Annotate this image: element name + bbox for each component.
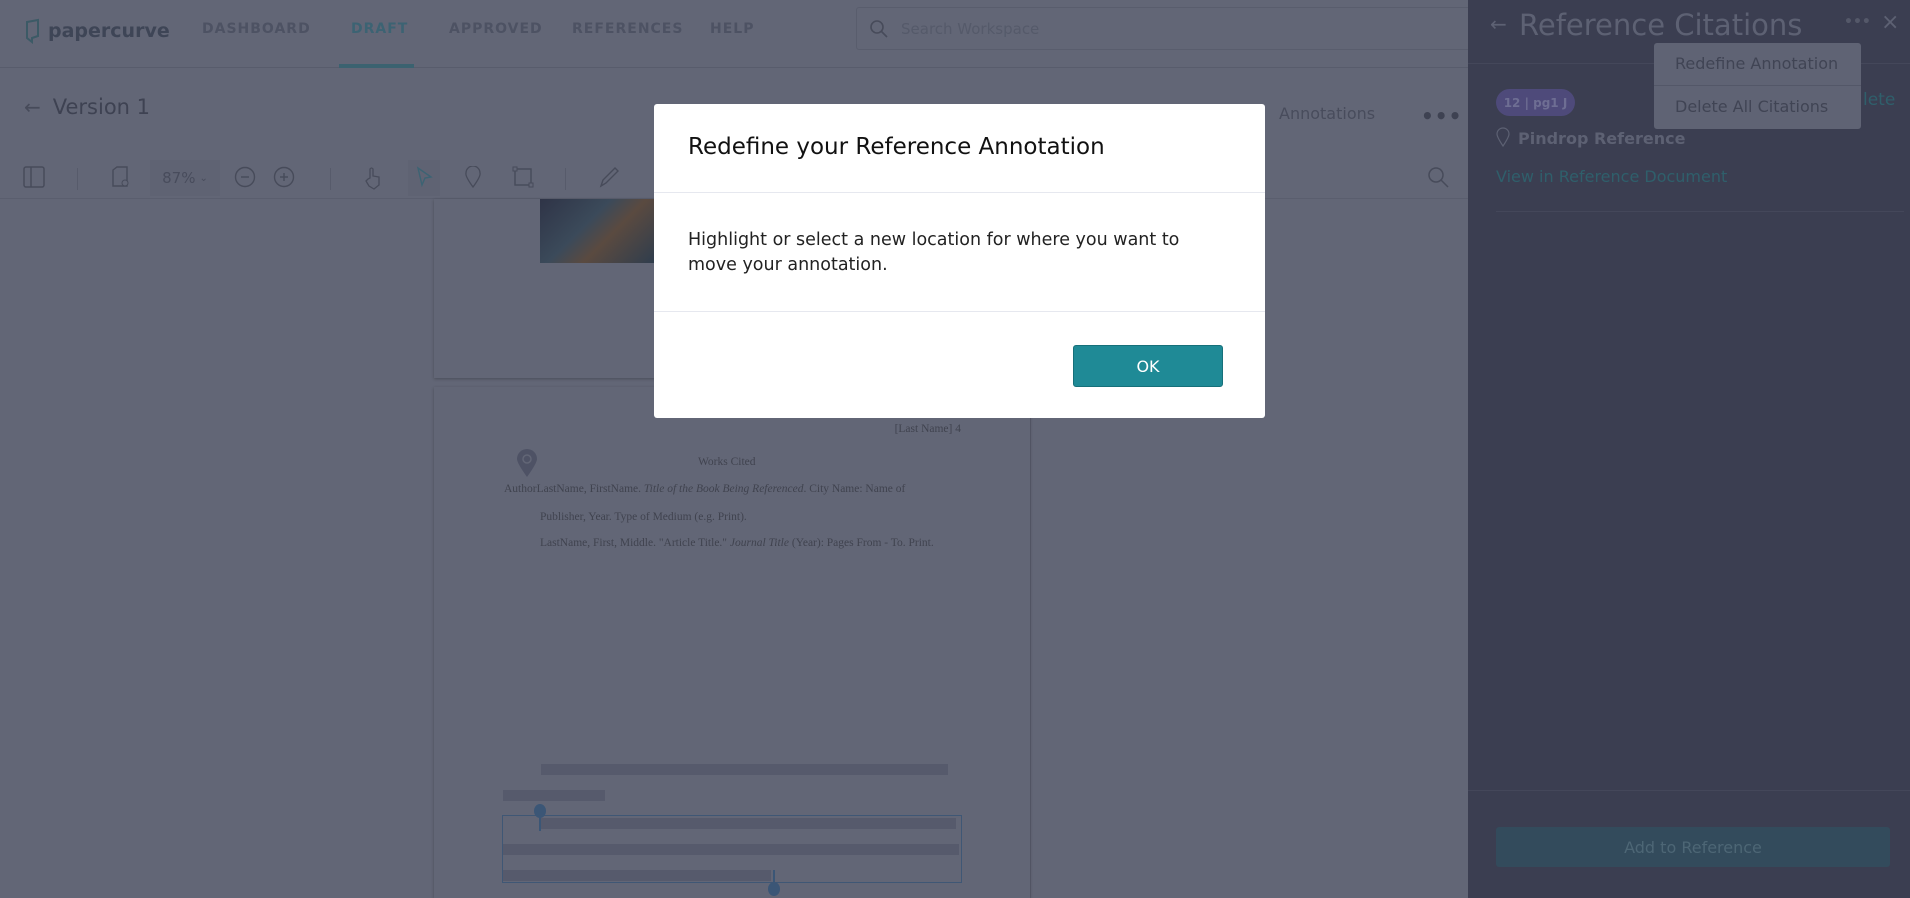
nav-help[interactable]: HELP <box>710 21 754 37</box>
works-cited-heading: Works Cited <box>698 456 756 468</box>
add-to-reference-button[interactable]: Add to Reference <box>1496 827 1890 867</box>
back-arrow-icon[interactable]: ← <box>24 95 41 119</box>
search-input[interactable]: Search Workspace <box>856 7 1476 50</box>
selection-end-handle[interactable] <box>768 882 780 896</box>
zoom-dropdown[interactable]: 87% ⌄ <box>150 160 220 196</box>
menu-item-redefine-annotation[interactable]: Redefine Annotation <box>1675 54 1838 73</box>
nav-approved[interactable]: APPROVED <box>449 21 543 37</box>
redefine-annotation-modal: Redefine your Reference Annotation Highl… <box>654 104 1265 418</box>
logo-text: papercurve <box>48 20 170 42</box>
redacted-line <box>503 870 771 881</box>
document-search-icon[interactable] <box>1427 166 1449 188</box>
document-page-2[interactable]: [Last Name] 4 Works Cited AuthorLastName… <box>434 387 1030 898</box>
divider <box>1654 85 1861 86</box>
crop-tool-icon[interactable] <box>512 166 534 188</box>
menu-item-delete-all-citations[interactable]: Delete All Citations <box>1675 97 1828 116</box>
page-image <box>540 199 654 263</box>
page-header: [Last Name] 4 <box>894 423 961 435</box>
back-arrow-icon[interactable]: ← <box>1490 12 1507 36</box>
page-title: Version 1 <box>52 95 151 119</box>
divider <box>1496 211 1904 212</box>
search-placeholder: Search Workspace <box>901 19 1040 38</box>
papercurve-logo-icon <box>26 18 39 44</box>
page-settings-icon[interactable] <box>111 166 131 188</box>
nav-references[interactable]: REFERENCES <box>572 21 683 37</box>
doc-header: ← Version 1 <box>24 95 150 119</box>
panel-more-icon[interactable]: ••• <box>1844 14 1871 30</box>
pen-tool-icon[interactable] <box>598 166 620 188</box>
redacted-line <box>503 844 959 855</box>
redacted-line <box>503 790 605 801</box>
citation-line-2: Publisher, Year. Type of Medium (e.g. Pr… <box>540 511 747 523</box>
pin-tool-icon[interactable] <box>464 166 482 188</box>
divider <box>654 311 1265 312</box>
search-icon <box>870 20 888 38</box>
reference-citations-panel: ← Reference Citations ••• × 12 | pg1 J l… <box>1468 0 1910 898</box>
logo[interactable]: papercurve <box>24 18 170 44</box>
top-nav: papercurve DASHBOARD DRAFT APPROVED REFE… <box>0 0 1476 68</box>
delete-link[interactable]: lete <box>1863 90 1895 110</box>
divider <box>1468 790 1910 791</box>
modal-title: Redefine your Reference Annotation <box>688 134 1105 160</box>
divider <box>654 192 1265 193</box>
divider <box>330 168 331 190</box>
nav-dashboard[interactable]: DASHBOARD <box>202 21 311 37</box>
nav-draft[interactable]: DRAFT <box>351 21 408 37</box>
pin-icon <box>1496 127 1510 147</box>
redacted-line <box>541 764 948 775</box>
citation-line-3: LastName, First, Middle. "Article Title.… <box>540 537 934 549</box>
annotations-tab[interactable]: Annotations <box>1279 104 1375 123</box>
close-icon[interactable]: × <box>1881 10 1899 35</box>
sidebar-toggle-icon[interactable] <box>23 166 45 188</box>
divider <box>565 168 566 190</box>
ok-button[interactable]: OK <box>1073 345 1223 387</box>
zoom-in-icon[interactable] <box>273 166 295 188</box>
more-options-icon[interactable]: ••• <box>1421 104 1462 128</box>
zoom-out-icon[interactable] <box>234 166 256 188</box>
hand-tool-icon[interactable] <box>363 166 383 190</box>
divider <box>77 168 78 190</box>
active-tab-indicator <box>339 64 414 68</box>
selection-start-caret <box>539 815 541 831</box>
citation-options-menu: Redefine Annotation Delete All Citations <box>1654 43 1861 129</box>
view-reference-link[interactable]: View in Reference Document <box>1496 167 1727 186</box>
redacted-line <box>540 818 956 829</box>
pointer-tool-icon[interactable] <box>416 166 434 188</box>
panel-title: Reference Citations <box>1519 8 1803 42</box>
citation-badge: 12 | pg1 J <box>1496 89 1575 116</box>
selection-end-caret <box>773 870 775 884</box>
annotation-pin-icon[interactable] <box>516 449 538 477</box>
modal-body: Highlight or select a new location for w… <box>688 230 1180 275</box>
citation-line-1: AuthorLastName, FirstName. Title of the … <box>504 483 906 495</box>
reference-name: Pindrop Reference <box>1518 129 1686 148</box>
